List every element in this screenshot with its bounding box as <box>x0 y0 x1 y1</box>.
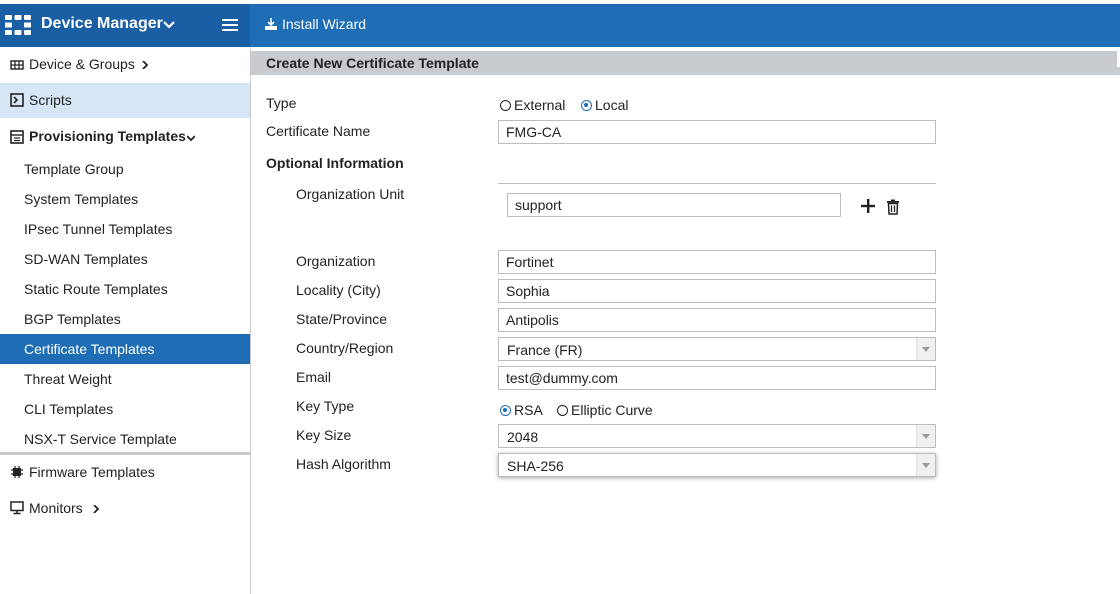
radio-label: RSA <box>514 402 543 418</box>
sidebar-subitem-label: Threat Weight <box>24 371 112 387</box>
optional-information-heading: Optional Information <box>266 155 404 171</box>
key-size-select[interactable]: 2048 <box>498 424 936 448</box>
sidebar-subitem-label: Certificate Templates <box>24 341 155 357</box>
sidebar-item-label: Provisioning Templates <box>29 128 186 144</box>
sidebar-subitem-cli-templates[interactable]: CLI Templates <box>0 394 250 424</box>
select-value: 2048 <box>507 429 539 445</box>
locality-label: Locality (City) <box>296 282 381 298</box>
sidebar-subitem-label: BGP Templates <box>24 311 121 327</box>
hash-algorithm-label: Hash Algorithm <box>296 456 391 472</box>
radio-unchecked-icon <box>500 99 511 111</box>
top-bar: Device Manager Install Wizard <box>0 4 1120 47</box>
sidebar-subitem-ipsec-tunnel-templates[interactable]: IPsec Tunnel Templates <box>0 214 250 244</box>
sidebar-item-label: Scripts <box>29 92 72 108</box>
monitor-icon <box>10 501 24 515</box>
hash-algorithm-select[interactable]: SHA-256 <box>498 453 936 477</box>
sidebar-subitem-template-group[interactable]: Template Group <box>0 154 250 184</box>
type-external-radio[interactable]: External <box>500 97 565 113</box>
radio-label: Local <box>595 97 629 113</box>
sidebar-subitem-sd-wan-templates[interactable]: SD-WAN Templates <box>0 244 250 274</box>
sidebar-subitem-label: IPsec Tunnel Templates <box>24 221 173 237</box>
country-region-select[interactable]: France (FR) <box>498 337 936 361</box>
key-type-label: Key Type <box>296 398 355 414</box>
chevron-right-icon <box>93 505 100 513</box>
trash-icon[interactable] <box>885 199 901 215</box>
sidebar-subitem-label: System Templates <box>24 191 139 207</box>
sidebar-subitem-bgp-templates[interactable]: BGP Templates <box>0 304 250 334</box>
select-value: France (FR) <box>507 342 583 358</box>
state-province-input[interactable] <box>498 308 936 332</box>
radio-unchecked-icon <box>557 404 568 416</box>
dropdown-arrow-icon[interactable] <box>916 338 935 360</box>
firmware-chip-icon <box>11 466 23 478</box>
type-label: Type <box>266 95 297 111</box>
radio-checked-icon <box>581 99 592 111</box>
country-region-label: Country/Region <box>296 340 394 356</box>
sidebar-subitem-label: Template Group <box>24 161 124 177</box>
sidebar-divider <box>0 452 250 455</box>
certificate-name-input[interactable] <box>498 120 936 144</box>
sidebar-item-firmware-templates[interactable]: Firmware Templates <box>0 459 250 485</box>
sidebar-subitem-label: Static Route Templates <box>24 281 168 297</box>
chevron-down-icon <box>187 135 195 142</box>
sidebar: Device & Groups Scripts Provisioning Tem… <box>0 47 251 594</box>
page-title: Create New Certificate Template <box>266 55 479 71</box>
chevron-right-icon <box>142 61 149 69</box>
dropdown-arrow-icon[interactable] <box>916 425 935 447</box>
sidebar-subitem-threat-weight[interactable]: Threat Weight <box>0 364 250 394</box>
sidebar-item-scripts[interactable]: Scripts <box>0 83 250 118</box>
app-switcher[interactable]: Device Manager <box>0 4 250 47</box>
organization-unit-label: Organization Unit <box>296 186 405 202</box>
sidebar-item-label: Firmware Templates <box>29 464 155 480</box>
install-wizard-label: Install Wizard <box>282 16 367 32</box>
sidebar-item-provisioning-templates[interactable]: Provisioning Templates <box>0 124 250 150</box>
sidebar-subitem-certificate-templates[interactable]: Certificate Templates <box>0 334 250 364</box>
email-label: Email <box>296 369 332 385</box>
fortinet-logo-icon <box>5 15 31 35</box>
chevron-down-icon <box>163 21 175 29</box>
state-province-label: State/Province <box>296 311 388 327</box>
locality-input[interactable] <box>498 279 936 303</box>
form-header: Create New Certificate Template <box>251 51 1120 75</box>
sidebar-item-label: Monitors <box>29 500 83 516</box>
device-groups-icon <box>10 60 24 70</box>
radio-checked-icon <box>500 404 511 416</box>
sidebar-subitem-label: NSX-T Service Template <box>24 431 177 447</box>
provisioning-templates-icon <box>10 130 24 144</box>
type-local-radio[interactable]: Local <box>581 97 628 113</box>
app-title: Device Manager <box>41 15 163 32</box>
email-input[interactable] <box>498 366 936 390</box>
scripts-icon <box>10 93 24 107</box>
sidebar-item-monitors[interactable]: Monitors <box>0 495 250 521</box>
sidebar-subitem-static-route-templates[interactable]: Static Route Templates <box>0 274 250 304</box>
key-size-label: Key Size <box>296 427 352 443</box>
hamburger-menu-icon[interactable] <box>222 18 238 32</box>
organization-label: Organization <box>296 253 376 269</box>
sidebar-item-device-groups[interactable]: Device & Groups <box>0 52 250 78</box>
install-icon <box>265 18 277 30</box>
key-type-elliptic-curve-radio[interactable]: Elliptic Curve <box>557 402 653 418</box>
certificate-name-label: Certificate Name <box>266 123 371 139</box>
organization-unit-input[interactable] <box>507 193 841 217</box>
organization-input[interactable] <box>498 250 936 274</box>
sidebar-subitem-nsx-t-service-template[interactable]: NSX-T Service Template <box>0 424 250 454</box>
section-divider <box>498 183 936 184</box>
install-wizard-button[interactable]: Install Wizard <box>265 16 366 32</box>
sidebar-subitem-label: SD-WAN Templates <box>24 251 148 267</box>
sidebar-subitem-label: CLI Templates <box>24 401 114 417</box>
sidebar-subitem-system-templates[interactable]: System Templates <box>0 184 250 214</box>
dropdown-arrow-icon[interactable] <box>916 454 935 476</box>
add-plus-icon[interactable] <box>860 198 876 214</box>
main-content: Create New Certificate Template Type Ext… <box>251 47 1120 594</box>
select-value: SHA-256 <box>507 458 564 474</box>
key-type-rsa-radio[interactable]: RSA <box>500 402 543 418</box>
radio-label: Elliptic Curve <box>571 402 653 418</box>
radio-label: External <box>514 97 566 113</box>
sidebar-item-label: Device & Groups <box>29 56 135 72</box>
